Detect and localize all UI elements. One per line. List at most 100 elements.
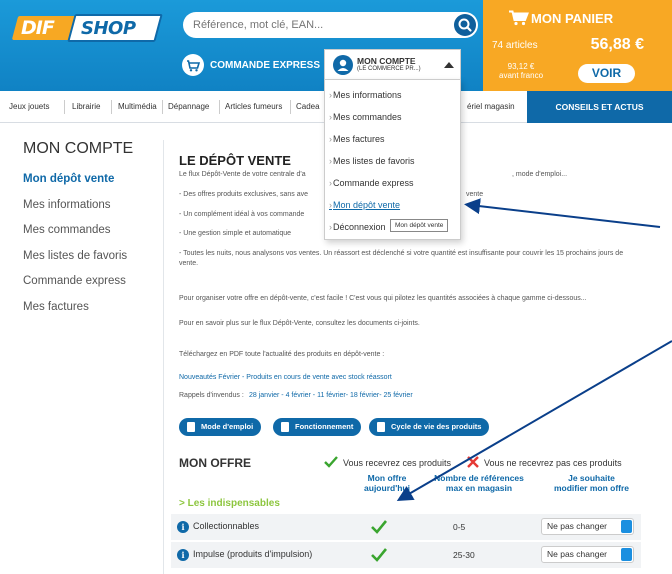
bullet-exclusive-tail: vente [466,191,484,198]
col-head-change-l1: Je souhaite [568,473,615,483]
nav-item-materiel-magasin[interactable]: ériel magasin [467,91,515,123]
search-button[interactable] [454,14,476,36]
reminders-dates-link[interactable]: 28 janvier - 4 février - 11 février- 18 … [249,392,413,399]
info-icon[interactable]: i [177,521,189,533]
account-sub-label: (LE COMMERCE PR...) [357,66,421,72]
mode-emploi-label: Mode d'emploi [201,422,254,431]
logo-text-dif: DIF [21,17,55,39]
page-title: LE DÉPÔT VENTE [179,153,291,168]
search-input[interactable] [193,16,443,34]
cart-title[interactable]: MON PANIER [531,11,613,26]
info-icon[interactable]: i [177,549,189,561]
cycle-de-vie-button[interactable]: Cycle de vie des produits [369,418,490,436]
row-offer-select-value: Ne pas changer [547,549,608,559]
chevron-right-icon: › [329,134,332,144]
chevron-right-icon: › [329,200,332,210]
sidebar-item-depot-vente[interactable]: Mon dépôt vente [23,167,153,193]
document-icon [377,422,385,432]
tooltip: Mon dépôt vente [390,219,449,232]
nav-item-jeux-jouets[interactable]: Jeux jouets [9,91,49,123]
row-offer-select[interactable]: Ne pas changer [541,546,634,563]
sidebar-item-informations[interactable]: Mes informations [23,193,153,219]
cart-franco: 93,12 € avant franco [499,62,543,80]
cycle-de-vie-label: Cycle de vie des produits [391,422,482,431]
cart-total: 56,88 € [590,36,644,53]
fonctionnement-label: Fonctionnement [295,422,354,431]
cart-article-count: 74 articles [492,40,538,51]
page: DIF SHOP COMMANDE EXPRESS [0,0,672,574]
commande-express-label: COMMANDE EXPRESS [210,59,321,71]
difshop-logo[interactable]: DIF SHOP [11,12,163,46]
express-icon [182,54,204,76]
menu-item-label: Commande express [333,178,414,188]
nav-item-articles-fumeurs[interactable]: Articles fumeurs [225,91,282,123]
menu-item-commandes[interactable]: ›Mes commandes [329,112,402,122]
col-head-change: Je souhaite modifier mon offre [544,473,639,493]
commande-express-link[interactable]: COMMANDE EXPRESS [182,53,320,77]
menu-item-factures[interactable]: ›Mes factures [329,134,385,144]
menu-item-label: Mes factures [333,134,385,144]
nav-item-depannage[interactable]: Dépannage [168,91,209,123]
cart-panel: MON PANIER 74 articles 56,88 € 93,12 € a… [483,0,672,91]
account-label: MON COMPTE [357,56,416,66]
sidebar-item-commande-express[interactable]: Commande express [23,269,153,295]
cross-icon [467,456,479,468]
sidebar-divider [163,140,164,574]
check-icon [371,548,387,562]
nav-item-librairie[interactable]: Librairie [72,91,100,123]
download-link-nouveautes[interactable]: Nouveautés Février - Produits en cours d… [179,374,392,381]
chevron-right-icon: › [329,112,332,122]
nav-item-multimedia[interactable]: Multimédia [118,91,157,123]
logo-text-shop: SHOP [81,18,136,39]
chevron-right-icon: › [329,222,332,232]
select-arrows-icon [621,548,632,561]
row-range: 25-30 [453,550,475,560]
menu-item-label: Mon dépôt vente [333,200,401,210]
nav-conseils-actus[interactable]: CONSEILS ET ACTUS [527,91,672,123]
sidebar-item-factures[interactable]: Mes factures [23,295,153,321]
table-row: i Collectionnables 0-5 Ne pas changer [171,514,641,540]
chevron-up-icon [444,62,454,68]
section-indispensables[interactable]: > Les indispensables [179,498,280,509]
account-sidebar: MON COMPTE Mon dépôt vente Mes informati… [23,140,153,320]
nav-divider [162,100,163,114]
menu-item-depot-vente[interactable]: ›Mon dépôt vente [329,200,400,210]
cart-icon [509,10,529,26]
row-range: 0-5 [453,522,466,532]
menu-item-label: Déconnexion [333,222,386,232]
chevron-right-icon: › [329,178,332,188]
reminders-label: Rappels d'invendus : [179,392,244,399]
menu-item-informations[interactable]: ›Mes informations [329,90,402,100]
paragraph-en-savoir-plus: Pour en savoir plus sur le flux Dépôt-Ve… [179,320,420,327]
intro-text: Le flux Dépôt-Vente de votre centrale d'… [179,171,306,178]
menu-item-deconnexion[interactable]: ›Déconnexion [329,222,386,232]
mode-emploi-button[interactable]: Mode d'emploi [179,418,262,436]
select-arrows-icon [621,520,632,533]
row-offer-select[interactable]: Ne pas changer [541,518,634,535]
offer-title: MON OFFRE [179,456,251,470]
table-row: i Impulse (produits d'impulsion) 25-30 N… [171,542,641,568]
account-dropdown-menu: ›Mes informations ›Mes commandes ›Mes fa… [324,79,461,240]
sidebar-item-listes-favoris[interactable]: Mes listes de favoris [23,244,153,270]
legend-no-label: Vous ne recevrez pas ces produits [484,458,622,468]
nav-item-cadeaux[interactable]: Cadea [296,91,320,123]
fonctionnement-button[interactable]: Fonctionnement [273,418,362,436]
cart-view-button[interactable]: VOIR [578,64,635,83]
menu-item-listes-favoris[interactable]: ›Mes listes de favoris [329,156,415,166]
menu-item-label: Mes commandes [333,112,402,122]
legend-yes-label: Vous recevrez ces produits [343,458,452,468]
col-head-refs-l2: max en magasin [445,483,513,493]
col-head-refs-l1: Nombre de références [434,473,524,483]
download-label: Téléchargez en PDF toute l'actualité des… [179,351,385,358]
account-menu-trigger[interactable]: MON COMPTE (LE COMMERCE PR...) [324,49,461,79]
row-name: Collectionnables [193,521,260,531]
row-offer-select-value: Ne pas changer [547,521,608,531]
menu-item-commande-express[interactable]: ›Commande express [329,178,414,188]
col-head-offer-l2: aujourd'hui [364,483,410,493]
col-head-change-l2: modifier mon offre [553,483,630,493]
nav-divider [290,100,291,114]
sidebar-title: MON COMPTE [23,140,134,157]
nav-divider [219,100,220,114]
sidebar-item-commandes[interactable]: Mes commandes [23,218,153,244]
bullet-complement: - Un complément idéal à vos commande [179,211,305,218]
